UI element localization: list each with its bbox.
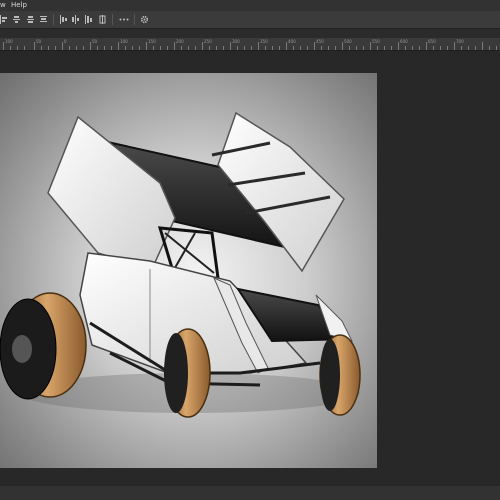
ruler-label: 100 xyxy=(120,39,128,44)
rear-right-tire xyxy=(319,334,361,416)
menu-item-help[interactable]: Help xyxy=(11,0,27,11)
ruler-label: 200 xyxy=(176,39,184,44)
ruler-label: 700 xyxy=(456,39,464,44)
ruler-label: 0 xyxy=(64,39,67,44)
align-top-edges-icon[interactable] xyxy=(40,15,47,24)
toolbar-separator xyxy=(112,14,113,25)
distribute-vertical-centers-icon[interactable] xyxy=(99,15,106,24)
align-horizontal-centers-icon[interactable] xyxy=(13,15,20,24)
horizontal-ruler[interactable]: 100 50 0 50 100 150 200 250 300 350 400 … xyxy=(0,38,500,51)
menu-bar: w Help xyxy=(0,0,500,11)
left-rear-tire xyxy=(0,292,87,400)
document-canvas[interactable] xyxy=(0,73,377,468)
status-bar xyxy=(0,486,500,500)
ruler-label: 50 xyxy=(92,39,98,44)
distribute-top-icon[interactable] xyxy=(85,15,92,24)
menu-item-window-partial[interactable]: w xyxy=(0,0,6,11)
settings-gear-icon[interactable] xyxy=(140,15,149,24)
align-vertical-centers-icon[interactable] xyxy=(60,15,67,24)
sprint-car-image xyxy=(0,111,361,418)
options-bar xyxy=(0,11,500,29)
ruler-label: 400 xyxy=(288,39,296,44)
ruler-label: 300 xyxy=(232,39,240,44)
ruler-label: 50 xyxy=(36,39,42,44)
ruler-label: 250 xyxy=(204,39,212,44)
ruler-label: 150 xyxy=(148,39,156,44)
right-front-tire xyxy=(164,328,211,418)
ruler-label: 350 xyxy=(260,39,268,44)
ruler-label: 550 xyxy=(372,39,380,44)
ruler-label: 100 xyxy=(5,39,13,44)
ruler-label: 600 xyxy=(400,39,408,44)
align-left-edges-icon[interactable] xyxy=(0,15,7,24)
align-bottom-edges-icon[interactable] xyxy=(72,15,79,24)
more-options-icon[interactable] xyxy=(119,15,129,24)
toolbar-separator xyxy=(134,14,135,25)
tab-strip xyxy=(0,29,500,38)
ruler-label: 650 xyxy=(428,39,436,44)
align-right-edges-icon[interactable] xyxy=(27,15,34,24)
ruler-label: 450 xyxy=(316,39,324,44)
toolbar-separator xyxy=(53,14,54,25)
ruler-label: 500 xyxy=(344,39,352,44)
